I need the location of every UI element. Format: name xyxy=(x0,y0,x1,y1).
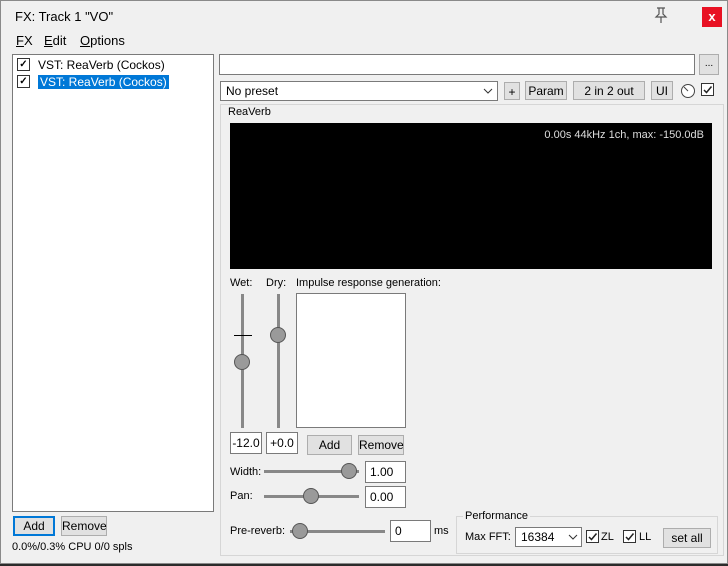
ir-generation-list[interactable] xyxy=(296,293,406,428)
menu-options-key: O xyxy=(80,33,91,48)
preset-value: No preset xyxy=(226,84,279,98)
max-fft-label: Max FFT: xyxy=(465,531,511,543)
dry-slider-thumb[interactable] xyxy=(270,327,286,343)
ir-display: 0.00s 44kHz 1ch, max: -150.0dB xyxy=(230,123,712,269)
ll-checkbox[interactable] xyxy=(623,530,636,546)
wet-knob-icon[interactable] xyxy=(680,83,696,102)
menu-fx-rest: X xyxy=(23,33,33,48)
zl-checkbox[interactable] xyxy=(586,530,599,546)
zl-label: ZL xyxy=(601,531,614,543)
window-title: FX: Track 1 "VO" xyxy=(15,9,114,24)
browse-button[interactable]: ... xyxy=(699,54,719,75)
ir-label: Impulse response generation: xyxy=(296,277,441,289)
menu-edit[interactable]: Edit xyxy=(44,33,66,48)
bypass-checkbox[interactable] xyxy=(701,83,714,99)
display-info: 0.00s 44kHz 1ch, max: -150.0dB xyxy=(544,129,704,141)
width-value-field[interactable]: 1.00 xyxy=(365,461,406,483)
max-fft-value: 16384 xyxy=(521,530,555,544)
ll-label: LL xyxy=(639,531,652,543)
menu-edit-key: E xyxy=(44,33,53,48)
set-all-button[interactable]: set all xyxy=(663,528,711,548)
width-label: Width: xyxy=(230,466,262,478)
ir-remove-button[interactable]: Remove xyxy=(358,435,404,455)
preset-dropdown[interactable]: No preset xyxy=(220,81,498,101)
wet-label: Wet: xyxy=(230,277,253,289)
ui-button[interactable]: UI xyxy=(651,81,673,100)
enable-checkbox[interactable]: ✓ xyxy=(17,75,30,89)
performance-label: Performance xyxy=(463,510,530,522)
pan-label: Pan: xyxy=(230,490,253,502)
wet-value-field[interactable]: -12.0 xyxy=(230,432,262,454)
prereverb-label: Pre-reverb: xyxy=(230,525,286,537)
menu-options-rest: ptions xyxy=(90,33,125,48)
pin-icon[interactable] xyxy=(651,5,671,25)
dry-slider-track[interactable] xyxy=(277,294,280,428)
remove-fx-button[interactable]: Remove xyxy=(61,516,107,536)
plugin-name: ReaVerb xyxy=(228,106,271,118)
fx-item-label: VST: ReaVerb (Cockos) xyxy=(38,58,165,72)
fx-list-item-selected[interactable]: ✓ VST: ReaVerb (Cockos) xyxy=(17,74,170,90)
prereverb-unit: ms xyxy=(434,525,449,537)
io-button[interactable]: 2 in 2 out xyxy=(573,81,645,100)
fx-item-label: VST: ReaVerb (Cockos) xyxy=(37,74,170,90)
fx-name-field[interactable] xyxy=(219,54,695,75)
param-button[interactable]: Param xyxy=(525,81,567,100)
ir-add-button[interactable]: Add xyxy=(307,435,352,455)
dry-value-field[interactable]: +0.0 xyxy=(266,432,298,454)
save-preset-button[interactable]: + xyxy=(504,82,520,100)
pan-value-field[interactable]: 0.00 xyxy=(365,486,406,508)
cpu-status: 0.0%/0.3% CPU 0/0 spls xyxy=(12,541,133,553)
dry-label: Dry: xyxy=(266,277,287,289)
wet-zero-mark xyxy=(234,335,252,336)
close-button[interactable]: x xyxy=(702,7,722,27)
chevron-down-icon xyxy=(483,82,493,105)
enable-checkbox[interactable]: ✓ xyxy=(17,58,30,72)
fx-chain-list[interactable]: ✓ VST: ReaVerb (Cockos) ✓ VST: ReaVerb (Co… xyxy=(12,54,214,512)
width-slider-thumb[interactable] xyxy=(341,463,357,479)
menu-fx[interactable]: FX xyxy=(16,33,33,48)
add-fx-button[interactable]: Add xyxy=(13,516,55,536)
menu-edit-rest: dit xyxy=(52,33,67,48)
pan-slider-thumb[interactable] xyxy=(303,488,319,504)
max-fft-dropdown[interactable]: 16384 xyxy=(515,527,582,547)
fx-window: FX: Track 1 "VO" x FX Edit Options ✓ VST:… xyxy=(0,0,728,564)
menu-options[interactable]: Options xyxy=(80,33,125,48)
fx-list-item[interactable]: ✓ VST: ReaVerb (Cockos) xyxy=(17,57,165,73)
prereverb-slider-thumb[interactable] xyxy=(292,523,308,539)
chevron-down-icon xyxy=(568,528,578,551)
prereverb-value-field[interactable]: 0 xyxy=(390,520,431,542)
menu-fx-key: F xyxy=(16,33,24,48)
wet-slider-thumb[interactable] xyxy=(234,354,250,370)
